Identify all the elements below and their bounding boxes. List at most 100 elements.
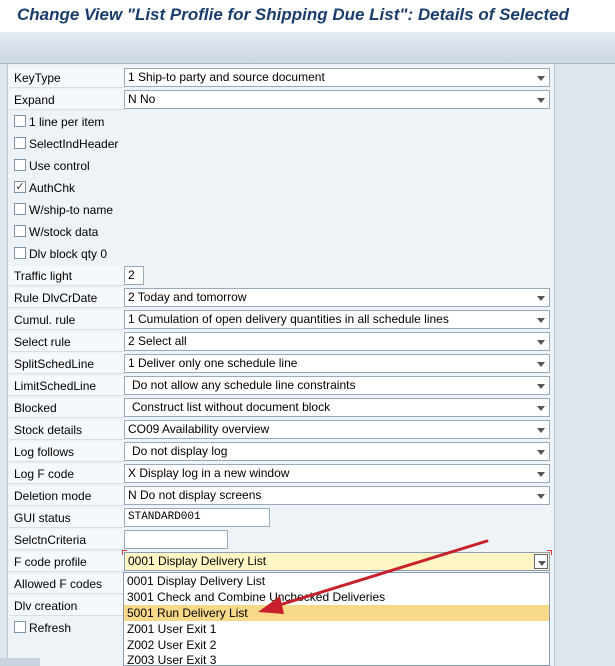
limitschedline-row: LimitSchedLine Do not allow any schedule… [8, 375, 556, 397]
cumul-rule-select[interactable]: 1 Cumulation of open delivery quantities… [124, 310, 550, 329]
select-rule-label: Select rule [14, 335, 71, 349]
checkbox-w-stock-data[interactable]: W/stock data [8, 221, 556, 243]
checkbox-w-ship-to-name[interactable]: W/ship-to name [8, 199, 556, 221]
limitschedline-select[interactable]: Do not allow any schedule line constrain… [124, 376, 550, 395]
cumul-rule-value: 1 Cumulation of open delivery quantities… [128, 312, 449, 326]
chevron-down-icon[interactable] [534, 554, 548, 569]
focus-corner [122, 550, 127, 555]
log-follows-select[interactable]: Do not display log [124, 442, 550, 461]
select-rule-select[interactable]: 2 Select all [124, 332, 550, 351]
splitschedline-label: SplitSchedLine [14, 357, 95, 371]
dlv-creation-label: Dlv creation [14, 599, 78, 613]
checkbox-1-line-per-item[interactable]: 1 line per item [8, 111, 556, 133]
expand-select[interactable]: N No [124, 90, 550, 109]
chevron-down-icon[interactable] [534, 488, 548, 503]
blocked-row: Blocked Construct list without document … [8, 397, 556, 419]
allowed-f-codes-label: Allowed F codes [14, 577, 103, 591]
checkbox-authchk[interactable]: ✓ AuthChk [8, 177, 556, 199]
checkbox-icon[interactable] [14, 159, 26, 171]
f-code-profile-select[interactable]: 0001 Display Delivery List [124, 552, 550, 571]
traffic-light-input[interactable]: 2 [124, 266, 144, 285]
traffic-light-row: Traffic light 2 [8, 265, 556, 287]
keytype-label: KeyType [14, 71, 61, 85]
checkbox-label: W/stock data [29, 225, 99, 239]
checkbox-label: 1 line per item [29, 115, 105, 129]
chevron-down-icon[interactable] [534, 422, 548, 437]
blocked-select[interactable]: Construct list without document block [124, 398, 550, 417]
dropdown-option[interactable]: 0001 Display Delivery List [124, 573, 549, 589]
chevron-down-icon[interactable] [534, 70, 548, 85]
deletion-mode-value: N Do not display screens [128, 488, 262, 502]
cumul-rule-label: Cumul. rule [14, 313, 76, 327]
status-corner [0, 658, 40, 666]
log-f-code-value: X Display log in a new window [128, 466, 290, 480]
stock-details-select[interactable]: CO09 Availability overview [124, 420, 550, 439]
chevron-down-icon[interactable] [534, 444, 548, 459]
rule-dlvcrdate-row: Rule DlvCrDate 2 Today and tomorrow [8, 287, 556, 309]
stock-details-value: CO09 Availability overview [128, 422, 270, 436]
expand-value: N No [128, 92, 156, 106]
deletion-mode-select[interactable]: N Do not display screens [124, 486, 550, 505]
expand-row: Expand N No [8, 89, 556, 111]
limitschedline-label: LimitSchedLine [14, 379, 97, 393]
checkbox-icon[interactable] [14, 247, 26, 259]
selctncriteria-label: SelctnCriteria [14, 533, 87, 547]
f-code-profile-dropdown[interactable]: 0001 Display Delivery List 3001 Check an… [123, 572, 550, 666]
dropdown-option-highlighted[interactable]: 5001 Run Delivery List [124, 605, 549, 621]
dropdown-option[interactable]: Z001 User Exit 1 [124, 621, 549, 637]
keytype-select[interactable]: 1 Ship-to party and source document [124, 68, 550, 87]
splitschedline-value: 1 Deliver only one schedule line [128, 356, 298, 370]
select-rule-row: Select rule 2 Select all [8, 331, 556, 353]
checkbox-icon[interactable] [14, 621, 26, 633]
blocked-label: Blocked [14, 401, 57, 415]
gui-status-input[interactable]: STANDARD001 [124, 508, 270, 527]
title-bar: Change View "List Proflie for Shipping D… [0, 0, 615, 32]
blocked-value: Construct list without document block [132, 400, 331, 414]
log-f-code-select[interactable]: X Display log in a new window [124, 464, 550, 483]
toolbar [0, 32, 615, 64]
checkbox-label: W/ship-to name [29, 203, 114, 217]
splitschedline-select[interactable]: 1 Deliver only one schedule line [124, 354, 550, 373]
chevron-down-icon[interactable] [534, 356, 548, 371]
chevron-down-icon[interactable] [534, 312, 548, 327]
dropdown-option[interactable]: Z002 User Exit 2 [124, 637, 549, 653]
checkbox-icon[interactable] [14, 225, 26, 237]
selctncriteria-row: SelctnCriteria [8, 529, 556, 551]
chevron-down-icon[interactable] [534, 92, 548, 107]
checkbox-dlv-block-qty-0[interactable]: Dlv block qty 0 [8, 243, 556, 265]
dropdown-option[interactable]: 3001 Check and Combine Unchecked Deliver… [124, 589, 549, 605]
checkbox-icon[interactable]: ✓ [14, 181, 26, 193]
checkbox-label: Dlv block qty 0 [29, 247, 108, 261]
checkbox-icon[interactable] [14, 203, 26, 215]
dropdown-option[interactable]: Z003 User Exit 3 [124, 652, 549, 666]
chevron-down-icon[interactable] [534, 378, 548, 393]
checkbox-label: SelectIndHeader [29, 137, 119, 151]
cumul-rule-row: Cumul. rule 1 Cumulation of open deliver… [8, 309, 556, 331]
window-title: Change View "List Proflie for Shipping D… [17, 5, 570, 24]
limitschedline-value: Do not allow any schedule line constrain… [132, 378, 356, 392]
expand-label: Expand [14, 93, 55, 107]
rule-dlvcrdate-select[interactable]: 2 Today and tomorrow [124, 288, 550, 307]
checkbox-icon[interactable] [14, 115, 26, 127]
log-follows-value: Do not display log [132, 444, 228, 458]
chevron-down-icon[interactable] [534, 466, 548, 481]
gui-status-row: GUI status STANDARD001 [8, 507, 556, 529]
gui-status-label: GUI status [14, 511, 71, 525]
checkbox-label: AuthChk [29, 181, 76, 195]
chevron-down-icon[interactable] [534, 400, 548, 415]
selctncriteria-input[interactable] [124, 530, 228, 549]
focus-corner [547, 550, 552, 555]
checkbox-label: Use control [29, 159, 90, 173]
f-code-profile-value: 0001 Display Delivery List [128, 554, 267, 568]
stock-details-row: Stock details CO09 Availability overview [8, 419, 556, 441]
checkbox-use-control[interactable]: Use control [8, 155, 556, 177]
log-follows-label: Log follows [14, 445, 75, 459]
checkbox-selectindheader[interactable]: SelectIndHeader [8, 133, 556, 155]
chevron-down-icon[interactable] [534, 334, 548, 349]
deletion-mode-row: Deletion mode N Do not display screens [8, 485, 556, 507]
f-code-profile-label: F code profile [14, 555, 87, 569]
log-f-code-row: Log F code X Display log in a new window [8, 463, 556, 485]
deletion-mode-label: Deletion mode [14, 489, 92, 503]
chevron-down-icon[interactable] [534, 290, 548, 305]
checkbox-icon[interactable] [14, 137, 26, 149]
